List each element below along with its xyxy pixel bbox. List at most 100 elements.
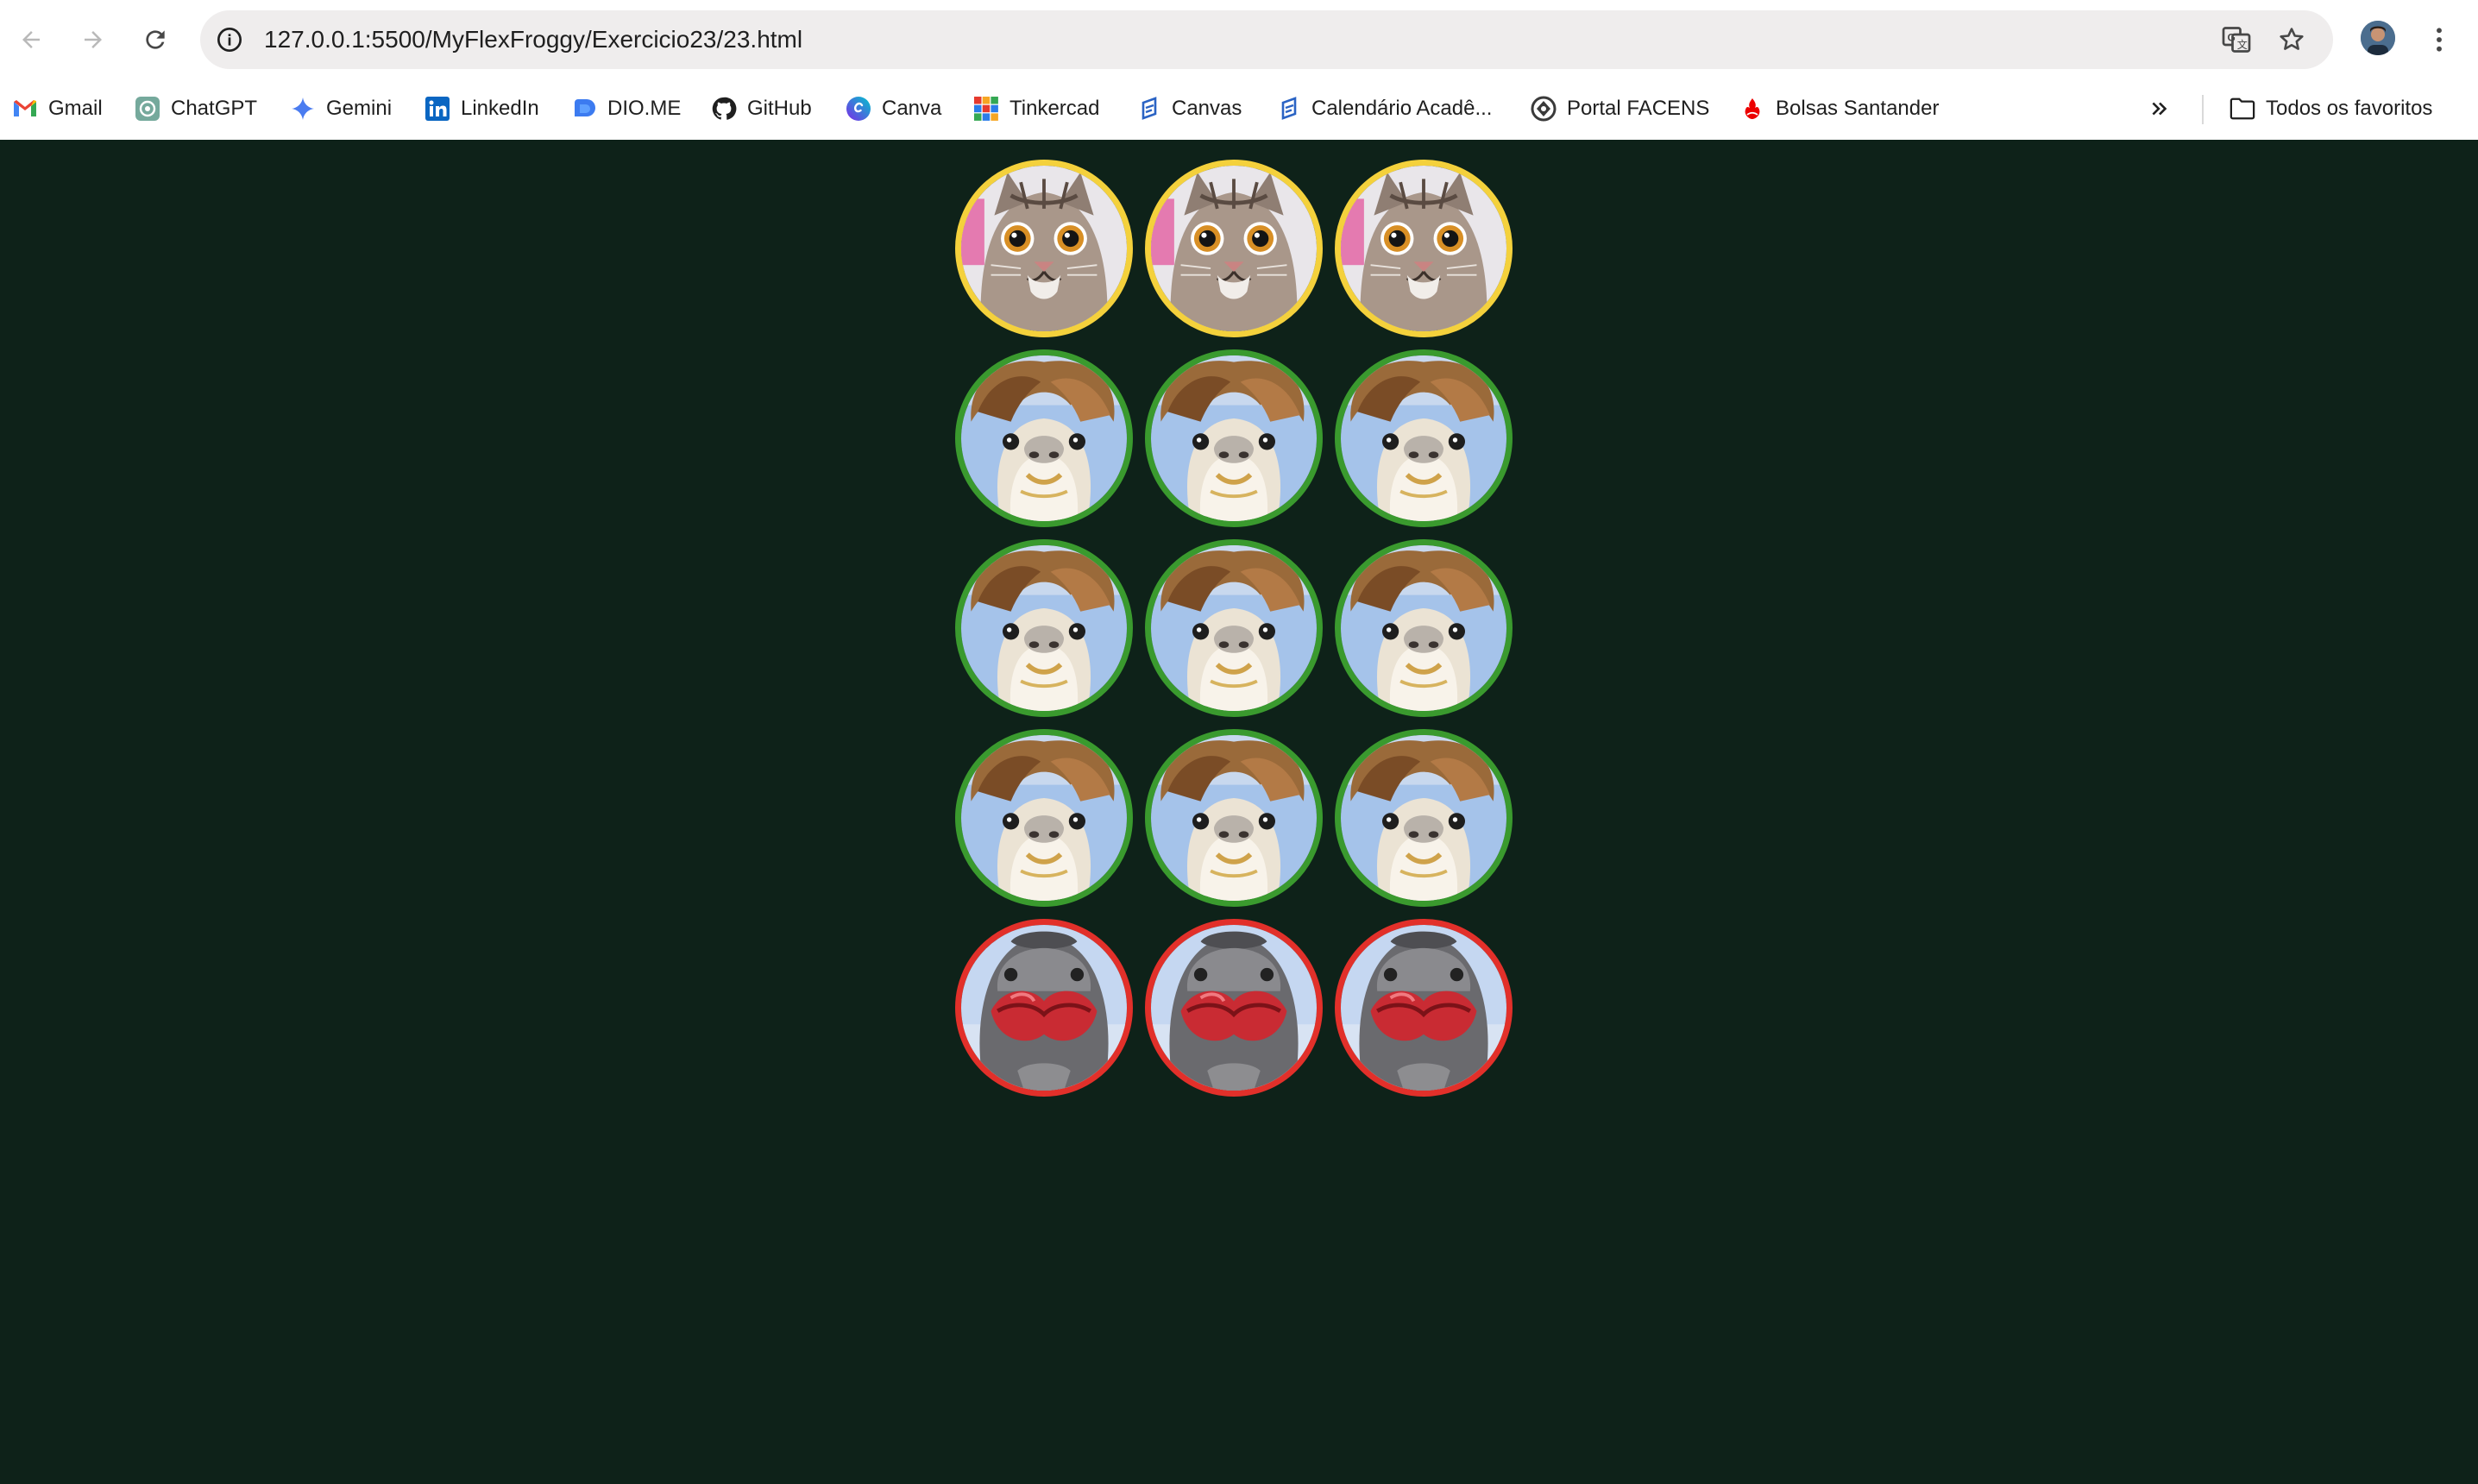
canvas-icon (1135, 96, 1161, 122)
dio-icon (571, 96, 597, 122)
site-info-icon[interactable] (214, 24, 245, 55)
llama-image (961, 545, 1127, 711)
bookmarks-overflow-button[interactable] (2147, 90, 2173, 128)
llama-token (1145, 349, 1323, 527)
llama-token (1335, 539, 1513, 717)
facens-icon (1531, 96, 1557, 122)
reload-button[interactable] (135, 19, 176, 60)
all-bookmarks-label: Todos os favoritos (2266, 97, 2433, 120)
bookmark-label: DIO.ME (607, 97, 682, 120)
llama-image (1341, 545, 1506, 711)
grid-cell (1139, 343, 1329, 533)
cat-image (961, 166, 1127, 331)
kiss-token (1335, 919, 1513, 1097)
browser-menu-button[interactable] (2425, 19, 2454, 60)
llama-token (1145, 539, 1323, 717)
kiss-image (1151, 925, 1317, 1091)
grid-cell (949, 154, 1139, 343)
kiss-image (961, 925, 1127, 1091)
chevron-double-right-icon (2147, 96, 2173, 122)
llama-image (1151, 735, 1317, 901)
bookmark-gemini[interactable]: Gemini (290, 90, 392, 128)
bookmark-chatgpt[interactable]: ChatGPT (135, 90, 257, 128)
bookmark-label: Portal FACENS (1567, 97, 1710, 120)
bookmark-santander[interactable]: Bolsas Santander (1739, 90, 1939, 128)
profile-avatar[interactable] (2361, 21, 2395, 55)
all-bookmarks-button[interactable]: Todos os favoritos (2230, 90, 2432, 128)
reload-icon (146, 30, 165, 49)
cat-image (1151, 166, 1317, 331)
tinkercad-icon (973, 96, 999, 122)
back-button[interactable] (10, 19, 52, 60)
cat-token (1145, 160, 1323, 337)
bookmark-dio[interactable]: DIO.ME (571, 90, 681, 128)
bookmark-label: LinkedIn (461, 97, 539, 120)
grid-cell (1139, 913, 1329, 1103)
bookmarks-bar: Gmail ChatGPT Gemini LinkedIn DIO.ME Git… (0, 79, 2478, 141)
grid-cell (1329, 154, 1519, 343)
bookmark-label: ChatGPT (171, 97, 258, 120)
bookmark-label: Calendário Acadê... (1311, 97, 1493, 120)
llama-image (961, 355, 1127, 521)
llama-token (955, 349, 1133, 527)
grid-cell (1329, 343, 1519, 533)
bookmark-star-icon[interactable] (2274, 22, 2309, 57)
cat-token (1335, 160, 1513, 337)
bookmark-facens[interactable]: Portal FACENS (1531, 90, 1709, 128)
bookmark-label: Canva (882, 97, 942, 120)
grid-cell (949, 343, 1139, 533)
llama-image (1151, 355, 1317, 521)
forward-button[interactable] (72, 19, 114, 60)
gmail-icon (12, 96, 38, 122)
bookmark-label: Gmail (48, 97, 103, 120)
address-bar[interactable]: 127.0.0.1:5500/MyFlexFroggy/Exercicio23/… (200, 10, 2333, 69)
chatgpt-icon (135, 96, 160, 122)
bookmarks-divider (2202, 95, 2204, 124)
grid-cell (1139, 533, 1329, 723)
linkedin-icon (425, 96, 450, 122)
santander-icon (1739, 96, 1765, 122)
cat-token (955, 160, 1133, 337)
github-icon (711, 96, 737, 122)
bookmark-github[interactable]: GitHub (711, 90, 812, 128)
bookmark-canvas[interactable]: Canvas (1135, 90, 1242, 128)
game-page (0, 140, 2478, 1484)
kiss-token (955, 919, 1133, 1097)
svg-text:文: 文 (2237, 38, 2248, 51)
canvas-icon (1275, 96, 1301, 122)
grid-cell (1329, 913, 1519, 1103)
bookmark-gmail[interactable]: Gmail (12, 90, 103, 128)
llama-image (1341, 735, 1506, 901)
grid-cell (1139, 723, 1329, 913)
llama-token (955, 539, 1133, 717)
grid-cell (949, 723, 1139, 913)
bookmark-label: Gemini (326, 97, 393, 120)
cat-image (1341, 166, 1506, 331)
bookmark-label: GitHub (747, 97, 812, 120)
gemini-icon (290, 96, 316, 122)
arrow-left-icon (22, 31, 40, 48)
folder-icon (2230, 96, 2255, 122)
kiss-token (1145, 919, 1323, 1097)
bookmark-tinkercad[interactable]: Tinkercad (973, 90, 1099, 128)
grid-cell (949, 913, 1139, 1103)
browser-toolbar: 127.0.0.1:5500/MyFlexFroggy/Exercicio23/… (0, 0, 2478, 79)
bookmark-canva[interactable]: Canva (846, 90, 941, 128)
llama-token (1335, 729, 1513, 907)
grid-cell (1329, 723, 1519, 913)
bookmark-label: Tinkercad (1009, 97, 1100, 120)
bookmark-linkedin[interactable]: LinkedIn (425, 90, 539, 128)
arrow-right-icon (85, 31, 102, 48)
llama-token (955, 729, 1133, 907)
kiss-image (1341, 925, 1506, 1091)
canva-icon (846, 96, 871, 122)
llama-image (1151, 545, 1317, 711)
url-text[interactable]: 127.0.0.1:5500/MyFlexFroggy/Exercicio23/… (264, 10, 802, 69)
animal-grid (949, 154, 1519, 1103)
bookmark-label: Canvas (1172, 97, 1242, 120)
llama-token (1335, 349, 1513, 527)
llama-image (961, 735, 1127, 901)
bookmark-label: Bolsas Santander (1776, 97, 1940, 120)
bookmark-calendario[interactable]: Calendário Acadê... (1275, 90, 1492, 128)
translate-icon[interactable]: G文 (2219, 22, 2254, 57)
